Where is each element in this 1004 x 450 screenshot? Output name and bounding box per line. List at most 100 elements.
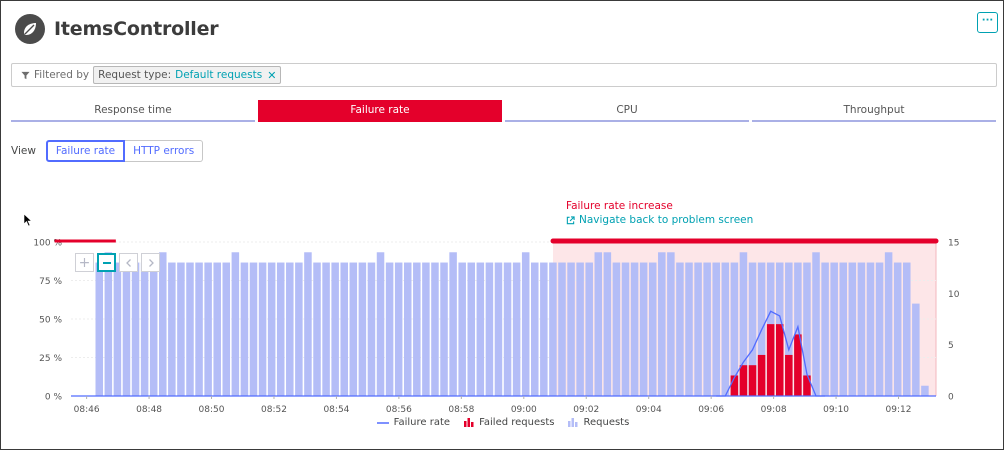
x-tick-label: 08:58 bbox=[448, 405, 474, 415]
request-bar bbox=[122, 262, 131, 396]
request-bar bbox=[403, 262, 412, 396]
y2-tick-label: 15 bbox=[948, 239, 959, 249]
request-bar bbox=[531, 262, 539, 396]
request-bar bbox=[857, 262, 866, 396]
request-bar bbox=[585, 262, 593, 396]
x-tick-label: 08:52 bbox=[261, 405, 287, 415]
zoom-controls: + bbox=[75, 253, 160, 275]
navigate-back-link[interactable]: Navigate back to problem screen bbox=[566, 214, 753, 226]
request-bar bbox=[267, 262, 276, 396]
y-tick-label: 50 % bbox=[39, 316, 62, 326]
legend-label: Failure rate bbox=[393, 417, 451, 428]
request-bar bbox=[276, 262, 285, 396]
request-bar bbox=[213, 262, 221, 396]
zoom-out-button[interactable] bbox=[97, 253, 116, 272]
request-bar bbox=[921, 385, 929, 396]
request-bar bbox=[812, 252, 820, 396]
request-bar bbox=[413, 262, 421, 396]
request-bar bbox=[168, 262, 176, 396]
request-bar bbox=[458, 262, 466, 396]
request-bar bbox=[884, 252, 893, 396]
legend-item-failure-rate[interactable]: Failure rate bbox=[376, 417, 451, 428]
request-bar bbox=[512, 262, 521, 396]
failed-request-bar bbox=[748, 365, 757, 396]
request-bar bbox=[648, 262, 657, 396]
app-window: ItemsController ··· Filtered by Request … bbox=[0, 0, 1004, 450]
legend-item-failed-requests[interactable]: Failed requests bbox=[464, 417, 554, 428]
request-bar bbox=[177, 262, 185, 396]
failed-request-bar bbox=[766, 324, 775, 396]
x-tick-label: 09:06 bbox=[698, 405, 724, 415]
zoom-in-button[interactable]: + bbox=[75, 253, 94, 272]
line-series-icon bbox=[376, 421, 389, 424]
request-bar bbox=[521, 252, 530, 396]
failed-request-bar bbox=[803, 375, 811, 396]
request-bar bbox=[431, 262, 439, 396]
request-bar bbox=[576, 262, 584, 396]
request-bar bbox=[358, 262, 367, 396]
legend-label: Requests bbox=[583, 417, 630, 428]
request-bar bbox=[694, 262, 702, 396]
request-bar bbox=[249, 262, 258, 396]
failed-request-bar bbox=[739, 365, 748, 396]
y-tick-label: 75 % bbox=[39, 277, 62, 287]
request-bar bbox=[485, 262, 494, 396]
request-bar bbox=[875, 262, 884, 396]
y2-tick-label: 5 bbox=[948, 341, 954, 351]
request-bar bbox=[222, 262, 231, 396]
request-bar bbox=[866, 262, 875, 396]
x-tick-label: 08:48 bbox=[136, 405, 162, 415]
request-bar bbox=[494, 262, 503, 396]
request-bar bbox=[476, 262, 485, 396]
request-bar bbox=[721, 262, 730, 396]
y2-tick-label: 10 bbox=[948, 290, 960, 300]
failure-rate-chart[interactable]: 0 %25 %50 %75 %100 %05101508:46 08:48 08:5… bbox=[1, 1, 1003, 449]
request-bar bbox=[422, 262, 430, 396]
request-bar bbox=[712, 262, 720, 396]
request-bar bbox=[258, 262, 267, 396]
pan-right-button[interactable] bbox=[141, 253, 160, 272]
request-bar bbox=[449, 252, 457, 396]
annotation-title: Failure rate increase bbox=[566, 200, 673, 212]
request-bar bbox=[567, 262, 575, 396]
x-tick-label: 08:46 bbox=[74, 405, 100, 415]
y2-tick-label: 0 bbox=[948, 393, 954, 403]
request-bar bbox=[295, 262, 303, 396]
request-bar bbox=[322, 262, 330, 396]
x-tick-label: 09:04 bbox=[636, 405, 662, 415]
failed-request-bar bbox=[757, 354, 766, 396]
request-bar bbox=[830, 262, 838, 396]
request-bar bbox=[149, 262, 158, 396]
x-tick-label: 08:56 bbox=[386, 405, 412, 415]
external-link-icon bbox=[566, 215, 575, 224]
request-bar bbox=[340, 262, 348, 396]
request-bar bbox=[186, 262, 194, 396]
request-bar bbox=[195, 262, 203, 396]
y-tick-label: 0 % bbox=[45, 393, 63, 403]
x-tick-label: 09:02 bbox=[573, 405, 599, 415]
request-bar bbox=[893, 262, 902, 396]
request-bar bbox=[349, 262, 358, 396]
request-bar bbox=[594, 252, 603, 396]
legend-label: Failed requests bbox=[479, 417, 555, 428]
chart-legend: Failure rate Failed requests Requests bbox=[1, 417, 1003, 428]
request-bar bbox=[313, 262, 321, 396]
request-bar bbox=[848, 262, 857, 396]
pan-left-button[interactable] bbox=[119, 253, 138, 272]
request-bar bbox=[558, 262, 566, 396]
request-bar bbox=[639, 262, 648, 396]
navigate-back-label: Navigate back to problem screen bbox=[579, 214, 754, 226]
request-bar bbox=[376, 252, 385, 396]
request-bar bbox=[440, 262, 448, 396]
request-bar bbox=[286, 262, 294, 396]
request-bar bbox=[549, 262, 557, 396]
bar-series-icon bbox=[464, 418, 474, 427]
request-bar bbox=[231, 252, 240, 396]
request-bar bbox=[612, 262, 621, 396]
request-bar bbox=[676, 262, 684, 396]
x-tick-label: 08:54 bbox=[323, 405, 349, 415]
request-bar bbox=[140, 262, 149, 396]
x-tick-label: 09:10 bbox=[823, 405, 849, 415]
request-bar bbox=[394, 262, 403, 396]
legend-item-requests[interactable]: Requests bbox=[568, 417, 629, 428]
